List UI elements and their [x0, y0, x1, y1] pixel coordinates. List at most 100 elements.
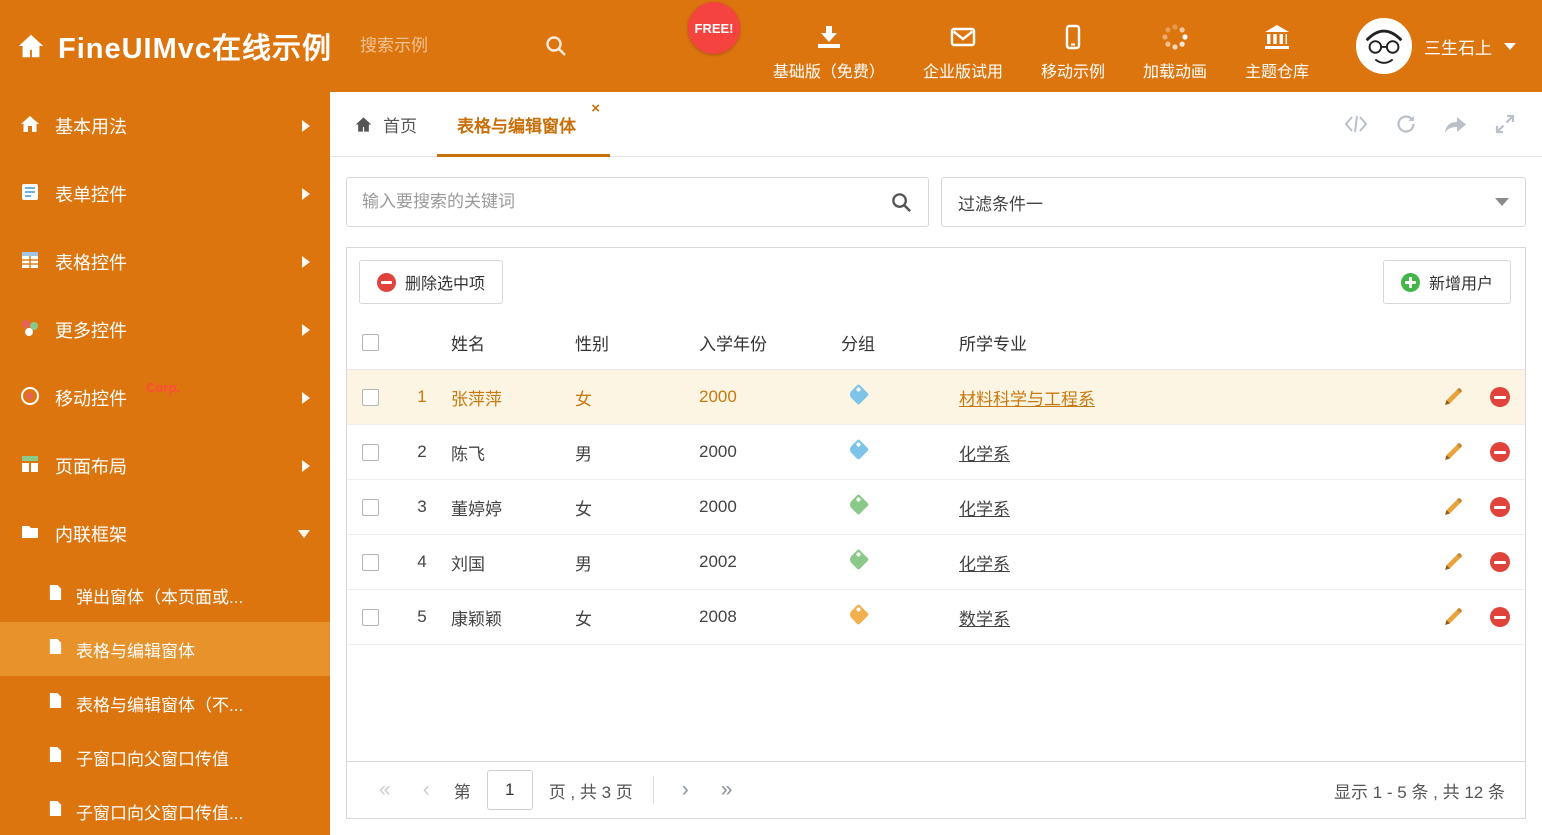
table-row[interactable]: 5 康颖颖 女 2008 数学系	[347, 590, 1525, 645]
sidebar-subitem-label: 表格与编辑窗体	[76, 641, 195, 661]
delete-row-icon[interactable]	[1475, 442, 1525, 462]
sidebar-item-mobile-controls[interactable]: 移动控件 Corp.	[0, 364, 330, 432]
chevron-right-icon	[302, 120, 310, 132]
sidebar-item-grid-controls[interactable]: 表格控件	[0, 228, 330, 296]
page-prefix-label: 第	[453, 782, 471, 802]
prev-page-button[interactable]: ‹	[407, 778, 446, 802]
delete-row-icon[interactable]	[1475, 552, 1525, 572]
row-checkbox[interactable]	[361, 498, 379, 516]
sidebar-subitem-child-to-parent-2[interactable]: 子窗口向父窗口传值...	[0, 784, 330, 835]
expand-icon[interactable]	[1494, 113, 1516, 135]
cell-gender: 女	[575, 609, 592, 629]
row-number: 4	[417, 552, 427, 571]
tab-home[interactable]: 首页	[334, 92, 437, 156]
row-number: 5	[417, 607, 427, 626]
table-row[interactable]: 1 张萍萍 女 2000 材料科学与工程系	[347, 370, 1525, 425]
refresh-icon[interactable]	[1395, 113, 1417, 135]
edit-pencil-icon[interactable]	[1429, 497, 1475, 518]
delete-selected-button[interactable]: 删除选中项	[359, 260, 504, 304]
edit-pencil-icon[interactable]	[1429, 552, 1475, 573]
filter-dropdown[interactable]: 过滤条件一	[941, 177, 1526, 227]
filter-row: 过滤条件一	[346, 177, 1526, 227]
row-number: 3	[417, 497, 427, 516]
next-page-button[interactable]: ›	[666, 778, 705, 802]
sidebar-subitem-label: 子窗口向父窗口传值	[76, 749, 229, 769]
cell-gender: 男	[575, 444, 592, 464]
nav-item-mobile-demo[interactable]: 移动示例	[1022, 23, 1124, 82]
table-icon	[20, 250, 40, 275]
search-icon[interactable]	[544, 34, 568, 58]
button-label: 新增用户	[1428, 276, 1493, 293]
filter-dropdown-value: 过滤条件一	[958, 194, 1043, 214]
share-icon[interactable]	[1444, 113, 1467, 135]
source-code-icon[interactable]	[1344, 113, 1368, 135]
major-link[interactable]: 化学系	[959, 495, 1429, 520]
mobile-icon	[1059, 23, 1087, 51]
nav-label: 主题仓库	[1244, 64, 1309, 81]
major-link[interactable]: 化学系	[959, 440, 1429, 465]
row-checkbox[interactable]	[361, 608, 379, 626]
sidebar-subitem-grid-edit-window[interactable]: 表格与编辑窗体	[0, 622, 330, 676]
nav-item-basic-version[interactable]: 基础版（免费）	[754, 23, 904, 82]
envelope-icon	[949, 23, 977, 51]
chevron-down-icon	[1504, 42, 1516, 50]
grid-toolbar: 删除选中项 新增用户	[347, 248, 1525, 316]
tab-grid-edit-window[interactable]: 表格与编辑窗体 ×	[437, 92, 610, 157]
table-row[interactable]: 2 陈飞 男 2000 化学系	[347, 425, 1525, 480]
major-link[interactable]: 材料科学与工程系	[959, 385, 1429, 410]
nav-label: 企业版试用	[922, 64, 1003, 81]
cell-name: 陈飞	[451, 444, 485, 464]
sidebar-item-label: 表格控件	[55, 253, 127, 273]
delete-row-icon[interactable]	[1475, 607, 1525, 627]
keyword-search-input[interactable]	[362, 192, 890, 212]
sidebar-item-inline-frame[interactable]: 内联框架	[0, 500, 330, 568]
sidebar-subitem-child-to-parent[interactable]: 子窗口向父窗口传值	[0, 730, 330, 784]
search-icon[interactable]	[890, 191, 913, 214]
sidebar-item-basic-usage[interactable]: 基本用法	[0, 92, 330, 160]
tab-strip: 首页 表格与编辑窗体 ×	[330, 92, 1542, 157]
nav-item-theme-repo[interactable]: 主题仓库	[1226, 23, 1328, 82]
edit-pencil-icon[interactable]	[1429, 387, 1475, 408]
minus-circle-icon	[377, 272, 396, 292]
edit-pencil-icon[interactable]	[1429, 607, 1475, 628]
sidebar-item-more-controls[interactable]: 更多控件	[0, 296, 330, 364]
cell-name: 董婷婷	[451, 499, 502, 519]
row-checkbox[interactable]	[361, 388, 379, 406]
sidebar-item-page-layout[interactable]: 页面布局	[0, 432, 330, 500]
table-row[interactable]: 3 董婷婷 女 2000 化学系	[347, 480, 1525, 535]
add-user-button[interactable]: 新增用户	[1382, 260, 1511, 304]
sidebar-item-label: 内联框架	[55, 525, 127, 545]
page-number-input[interactable]	[486, 770, 533, 810]
sidebar-subitem-popup-window[interactable]: 弹出窗体（本页面或...	[0, 568, 330, 622]
user-menu[interactable]: 三生石上	[1356, 18, 1542, 74]
edit-pencil-icon[interactable]	[1429, 442, 1475, 463]
header-search-input[interactable]	[360, 36, 511, 56]
table-row[interactable]: 4 刘国 男 2002 化学系	[347, 535, 1525, 590]
mobile-logo-icon	[20, 386, 40, 411]
file-icon	[48, 800, 63, 822]
major-link[interactable]: 数学系	[959, 605, 1429, 630]
row-checkbox[interactable]	[361, 443, 379, 461]
header-nav: 基础版（免费） 企业版试用 移动示例 加载动画 主题仓库	[754, 0, 1328, 92]
brand[interactable]: FineUIMvc在线示例	[0, 25, 332, 67]
row-number: 2	[417, 442, 427, 461]
plus-circle-icon	[1400, 272, 1420, 292]
sidebar-item-form-controls[interactable]: 表单控件	[0, 160, 330, 228]
row-checkbox[interactable]	[361, 553, 379, 571]
major-link[interactable]: 化学系	[959, 550, 1429, 575]
last-page-button[interactable]: »	[705, 778, 749, 802]
chevron-right-icon	[302, 392, 310, 404]
sidebar-subitem-label: 弹出窗体（本页面或...	[76, 587, 244, 607]
delete-row-icon[interactable]	[1475, 497, 1525, 517]
delete-row-icon[interactable]	[1475, 387, 1525, 407]
first-page-button[interactable]: «	[363, 778, 407, 802]
select-all-checkbox[interactable]	[361, 334, 379, 351]
nav-item-loading-animation[interactable]: 加载动画	[1124, 23, 1226, 82]
sidebar-item-label: 移动控件	[55, 389, 127, 409]
sidebar-subitem-grid-edit-window-2[interactable]: 表格与编辑窗体（不...	[0, 676, 330, 730]
home-icon	[16, 31, 46, 61]
nav-item-enterprise-trial[interactable]: 企业版试用	[904, 23, 1022, 82]
app-title: FineUIMvc在线示例	[58, 33, 333, 65]
close-icon[interactable]: ×	[591, 101, 600, 116]
tag-icon	[847, 493, 870, 516]
